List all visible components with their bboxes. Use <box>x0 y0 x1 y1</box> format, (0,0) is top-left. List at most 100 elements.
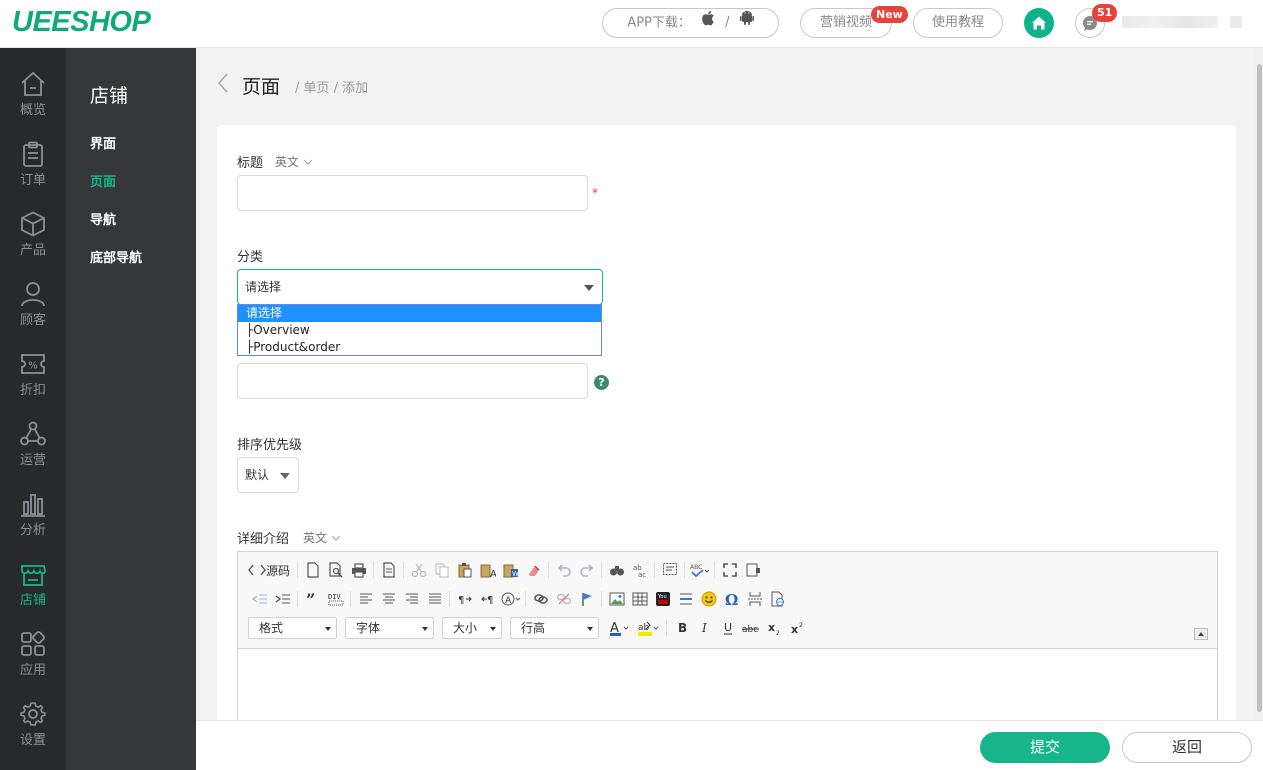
category-option[interactable]: 请选择 <box>238 305 601 322</box>
strikethrough-icon[interactable]: abc <box>739 617 762 639</box>
svg-text:W: W <box>512 570 519 578</box>
blockquote-icon[interactable]: ” <box>301 588 324 610</box>
link-icon[interactable] <box>529 588 552 610</box>
align-left-icon[interactable] <box>354 588 377 610</box>
nav-item-products[interactable]: 产品 <box>0 210 66 280</box>
subnav-item-interface[interactable]: 界面 <box>90 133 116 152</box>
clipboard-icon <box>23 141 43 167</box>
logo[interactable]: UEESHOP <box>12 6 151 39</box>
table-icon[interactable] <box>628 588 651 610</box>
unlink-icon[interactable] <box>552 588 575 610</box>
ltr-icon[interactable]: ¶ <box>453 588 476 610</box>
redo-icon[interactable] <box>575 559 598 581</box>
nav-item-customers[interactable]: 顾客 <box>0 280 66 350</box>
help-icon[interactable]: ? <box>594 375 609 390</box>
font-select[interactable]: 字体 <box>345 617 434 639</box>
sort-select[interactable]: 默认 <box>237 457 299 493</box>
nav-item-store[interactable]: 店铺 <box>0 560 66 630</box>
bg-color-icon[interactable]: ab <box>635 617 663 639</box>
maximize-icon[interactable] <box>718 559 741 581</box>
print-icon[interactable] <box>347 559 370 581</box>
cut-icon[interactable] <box>407 559 430 581</box>
nav-item-discounts[interactable]: % 折扣 <box>0 350 66 420</box>
url-input[interactable] <box>237 363 588 399</box>
spellcheck-icon[interactable]: ABC <box>688 559 711 581</box>
underline-icon[interactable]: U <box>716 617 739 639</box>
iframe-icon[interactable] <box>766 588 789 610</box>
nav-item-overview[interactable]: 概览 <box>0 70 66 140</box>
format-select[interactable]: 格式 <box>248 617 337 639</box>
back-button[interactable] <box>216 72 230 98</box>
text-color-icon[interactable]: A <box>607 617 635 639</box>
return-button[interactable]: 返回 <box>1122 732 1252 763</box>
preview-icon[interactable] <box>324 559 347 581</box>
toolbar-separator <box>666 620 667 636</box>
undo-icon[interactable] <box>552 559 575 581</box>
submit-button[interactable]: 提交 <box>980 732 1110 763</box>
paste-icon[interactable] <box>453 559 476 581</box>
language-icon[interactable]: A <box>499 588 522 610</box>
replace-icon[interactable]: ab ac <box>628 559 651 581</box>
collapse-toolbar-button[interactable] <box>1194 628 1208 640</box>
new-badge: New <box>871 6 908 23</box>
nav-item-settings[interactable]: 设置 <box>0 700 66 770</box>
smiley-icon[interactable] <box>697 588 720 610</box>
android-icon[interactable] <box>739 9 754 37</box>
show-blocks-icon[interactable] <box>741 559 764 581</box>
scrollbar-thumb[interactable] <box>1257 64 1262 712</box>
source-button[interactable]: 源码 <box>248 562 294 579</box>
page-break-icon[interactable] <box>743 588 766 610</box>
title-input[interactable] <box>237 175 588 211</box>
toolbar-separator <box>684 562 686 578</box>
templates-icon[interactable] <box>377 559 400 581</box>
size-select[interactable]: 大小 <box>442 617 502 639</box>
user-name-blurred[interactable] <box>1122 16 1218 28</box>
justify-icon[interactable] <box>423 588 446 610</box>
app-download-pill[interactable]: APP下载： / <box>602 8 779 38</box>
category-select[interactable]: 请选择 <box>237 269 603 305</box>
title-language-select[interactable]: 英文 <box>275 153 313 170</box>
subnav-item-navigation[interactable]: 导航 <box>90 209 116 228</box>
rtl-icon[interactable]: ¶ <box>476 588 499 610</box>
home-button[interactable] <box>1024 8 1054 38</box>
nav-item-orders[interactable]: 订单 <box>0 140 66 210</box>
nav-item-operations[interactable]: 运营 <box>0 420 66 490</box>
horizontal-rule-icon[interactable] <box>674 588 697 610</box>
svg-text:¶: ¶ <box>487 595 493 606</box>
indent-icon[interactable] <box>271 588 294 610</box>
superscript-icon[interactable]: x2 <box>785 617 808 639</box>
outdent-icon[interactable] <box>248 588 271 610</box>
align-center-icon[interactable] <box>377 588 400 610</box>
new-page-icon[interactable] <box>301 559 324 581</box>
special-char-icon[interactable]: Ω <box>720 588 743 610</box>
paste-text-icon[interactable]: A <box>476 559 499 581</box>
category-option[interactable]: ├Overview <box>238 322 601 339</box>
category-option[interactable]: ├Product&order <box>238 339 601 356</box>
italic-icon[interactable]: I <box>693 617 716 639</box>
svg-text:”: ” <box>306 591 315 607</box>
image-icon[interactable] <box>605 588 628 610</box>
subnav-item-footer-nav[interactable]: 底部导航 <box>90 247 142 266</box>
select-all-icon[interactable] <box>658 559 681 581</box>
svg-text:You: You <box>657 594 667 600</box>
nav-item-analytics[interactable]: 分析 <box>0 490 66 560</box>
nav-item-apps[interactable]: 应用 <box>0 630 66 700</box>
bold-icon[interactable]: B <box>670 617 693 639</box>
tutorial-button[interactable]: 使用教程 <box>913 8 1003 38</box>
find-icon[interactable] <box>605 559 628 581</box>
apple-icon[interactable] <box>701 9 715 37</box>
subscript-icon[interactable]: x2 <box>762 617 785 639</box>
user-menu-blurred[interactable] <box>1230 16 1242 28</box>
subnav-item-pages[interactable]: 页面 <box>90 171 116 190</box>
align-right-icon[interactable] <box>400 588 423 610</box>
youtube-icon[interactable]: You <box>651 588 674 610</box>
description-language-select[interactable]: 英文 <box>303 529 341 546</box>
copy-icon[interactable] <box>430 559 453 581</box>
div-container-icon[interactable]: DIV <box>324 588 347 610</box>
svg-text:2: 2 <box>776 630 780 635</box>
paste-word-icon[interactable]: W <box>499 559 522 581</box>
remove-format-icon[interactable] <box>522 559 545 581</box>
nav-label: 产品 <box>19 243 46 258</box>
line-height-select[interactable]: 行高 <box>510 617 599 639</box>
anchor-icon[interactable] <box>575 588 598 610</box>
